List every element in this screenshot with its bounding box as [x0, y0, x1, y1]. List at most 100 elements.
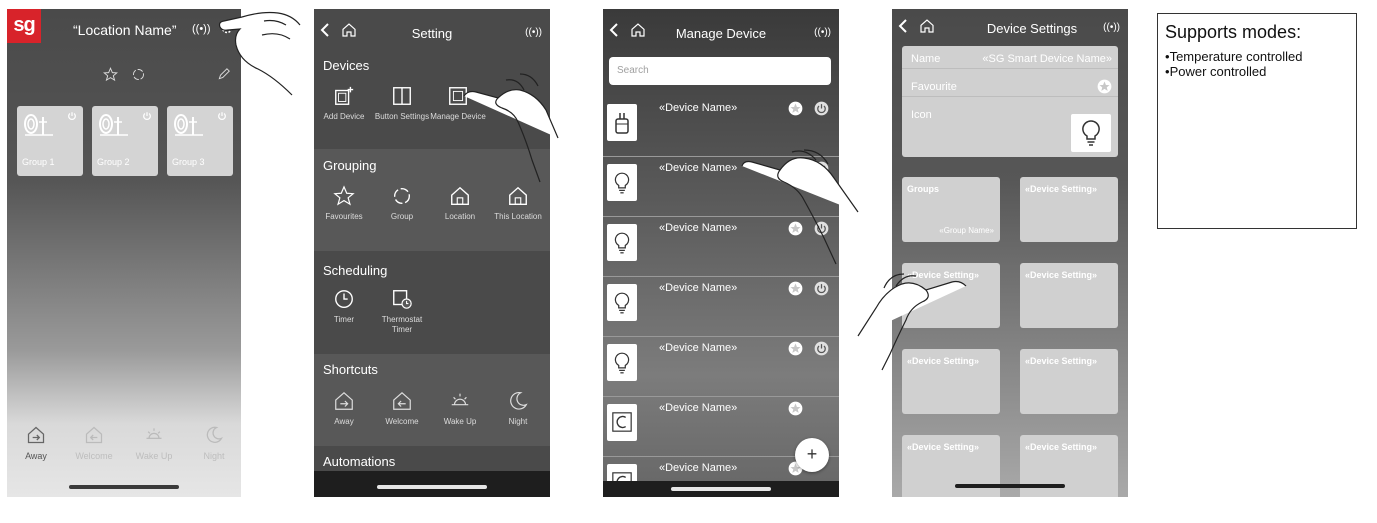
tile-title: «Device Setting»	[1025, 184, 1098, 194]
device-row[interactable]: «Device Name»	[603, 277, 839, 337]
wake-up-icon	[146, 428, 162, 439]
supported-modes-box: Supports modes: Temperature controlled P…	[1157, 13, 1357, 229]
device-name: «Device Name»	[659, 402, 738, 414]
device-icon-picker[interactable]	[1071, 114, 1111, 152]
tile-title: «Device Setting»	[907, 356, 980, 366]
favourites-star-icon[interactable]	[103, 67, 118, 82]
bulb-icon	[607, 164, 637, 201]
favourite-star-icon[interactable]	[788, 101, 803, 116]
favourite-star-icon[interactable]	[788, 161, 803, 176]
mode-item: Temperature controlled	[1165, 49, 1303, 64]
shortcut-label: Wake Up	[135, 451, 173, 461]
section-title: Shortcuts	[323, 362, 378, 377]
timer-item[interactable]: Timer	[316, 288, 372, 325]
thermostat-timer-item[interactable]: Thermostat Timer	[374, 288, 430, 335]
item-label: Away	[334, 417, 354, 426]
location-item[interactable]: Location	[432, 185, 488, 222]
home-indicator	[671, 487, 771, 491]
location-title[interactable]: “Location Name”	[73, 22, 177, 38]
gear-icon[interactable]	[220, 21, 234, 35]
power-icon[interactable]	[814, 221, 829, 236]
add-device-button[interactable]: +	[795, 438, 829, 472]
group-item[interactable]: Group	[374, 185, 430, 222]
group-label: Group 2	[97, 157, 130, 167]
favourite-star-icon[interactable]	[788, 401, 803, 416]
device-setting-tile[interactable]: «Device Setting»	[1020, 263, 1118, 328]
favourite-label: Favourite	[911, 81, 957, 93]
tile-title: «Device Setting»	[1025, 270, 1098, 280]
sg-logo: sg	[7, 9, 41, 43]
section-title[interactable]: Automations	[323, 454, 395, 469]
device-row[interactable]: «Device Name»	[603, 337, 839, 397]
page-title: Manage Device	[675, 26, 767, 41]
timer-clock-icon	[335, 290, 353, 308]
favourite-star-icon[interactable]	[788, 221, 803, 236]
favourite-star-icon[interactable]	[788, 281, 803, 296]
item-label: Button Settings	[374, 112, 430, 121]
group-tile-1[interactable]: Group 1	[17, 106, 83, 176]
device-row[interactable]: «Device Name»	[603, 157, 839, 217]
add-device-icon	[335, 86, 354, 105]
power-icon[interactable]	[814, 281, 829, 296]
signal-icon: ((•))	[192, 23, 211, 35]
favourite-star-icon[interactable]	[788, 341, 803, 356]
device-row[interactable]: «Device Name»	[603, 217, 839, 277]
signal-icon: ((•))	[1103, 22, 1120, 33]
section-title: Grouping	[323, 158, 377, 173]
power-icon[interactable]	[142, 111, 152, 121]
shortcut-label: Welcome	[75, 451, 113, 461]
shortcut-night-item[interactable]: Night	[490, 390, 546, 427]
icon-label: Icon	[911, 109, 932, 121]
power-icon[interactable]	[217, 111, 227, 121]
group-label: Group 3	[172, 157, 205, 167]
night-icon	[510, 391, 528, 410]
device-row[interactable]: «Device Name»	[603, 97, 839, 157]
favourite-star-icon[interactable]	[1097, 79, 1112, 94]
shortcut-away[interactable]: Away	[11, 425, 61, 461]
device-setting-tile[interactable]: «Device Setting»	[1020, 177, 1118, 242]
group-label: Group 1	[22, 157, 55, 167]
shortcut-welcome[interactable]: Welcome	[69, 425, 119, 461]
this-location-item[interactable]: This Location	[490, 185, 546, 222]
item-label: Add Device	[323, 112, 365, 121]
device-setting-tile[interactable]: «Device Setting»	[902, 263, 1000, 328]
search-input[interactable]: Search	[609, 57, 831, 85]
group-tile-2[interactable]: Group 2	[92, 106, 158, 176]
add-device-item[interactable]: Add Device	[316, 85, 372, 122]
bulb-icon	[1082, 120, 1100, 146]
shortcut-welcome-item[interactable]: Welcome	[374, 390, 430, 427]
device-info-card: Name «SG Smart Device Name» Favourite Ic…	[902, 46, 1118, 157]
thermostat-group-icon	[173, 113, 205, 137]
home-screen: sg “Location Name” ((•)) Group 1 Group 2…	[7, 9, 241, 497]
power-icon[interactable]	[814, 161, 829, 176]
grouping-section: Grouping Favourites Group Location This …	[314, 149, 550, 251]
away-icon	[27, 426, 45, 444]
group-cycle-icon[interactable]	[131, 67, 146, 82]
name-value[interactable]: «SG Smart Device Name»	[982, 53, 1112, 65]
shortcut-wake-up-item[interactable]: Wake Up	[432, 390, 488, 427]
power-icon[interactable]	[814, 341, 829, 356]
shortcut-wake-up[interactable]: Wake Up	[129, 425, 179, 461]
shortcut-away-item[interactable]: Away	[316, 390, 372, 427]
manage-device-item[interactable]: Manage Device	[430, 85, 486, 122]
name-row[interactable]: Name «SG Smart Device Name»	[902, 47, 1118, 69]
location-home-icon	[451, 186, 469, 205]
favourite-row[interactable]: Favourite	[902, 75, 1118, 97]
section-title: Devices	[323, 58, 370, 73]
favourites-item[interactable]: Favourites	[316, 185, 372, 222]
device-name: «Device Name»	[659, 462, 738, 474]
power-icon[interactable]	[67, 111, 77, 121]
shortcut-label: Away	[25, 451, 47, 461]
button-settings-item[interactable]: Button Settings	[374, 85, 430, 122]
groups-tile[interactable]: Groups «Group Name»	[902, 177, 1000, 242]
group-tile-3[interactable]: Group 3	[167, 106, 233, 176]
edit-pencil-icon[interactable]	[217, 67, 231, 81]
power-icon[interactable]	[814, 101, 829, 116]
home-indicator	[955, 484, 1065, 488]
info-title: Supports modes:	[1165, 22, 1302, 42]
shortcut-night[interactable]: Night	[189, 425, 239, 461]
modes-list: Temperature controlled Power controlled	[1165, 49, 1303, 79]
device-setting-tile[interactable]: «Device Setting»	[1020, 349, 1118, 414]
back-chevron-icon[interactable]	[898, 19, 908, 33]
device-setting-tile[interactable]: «Device Setting»	[902, 349, 1000, 414]
